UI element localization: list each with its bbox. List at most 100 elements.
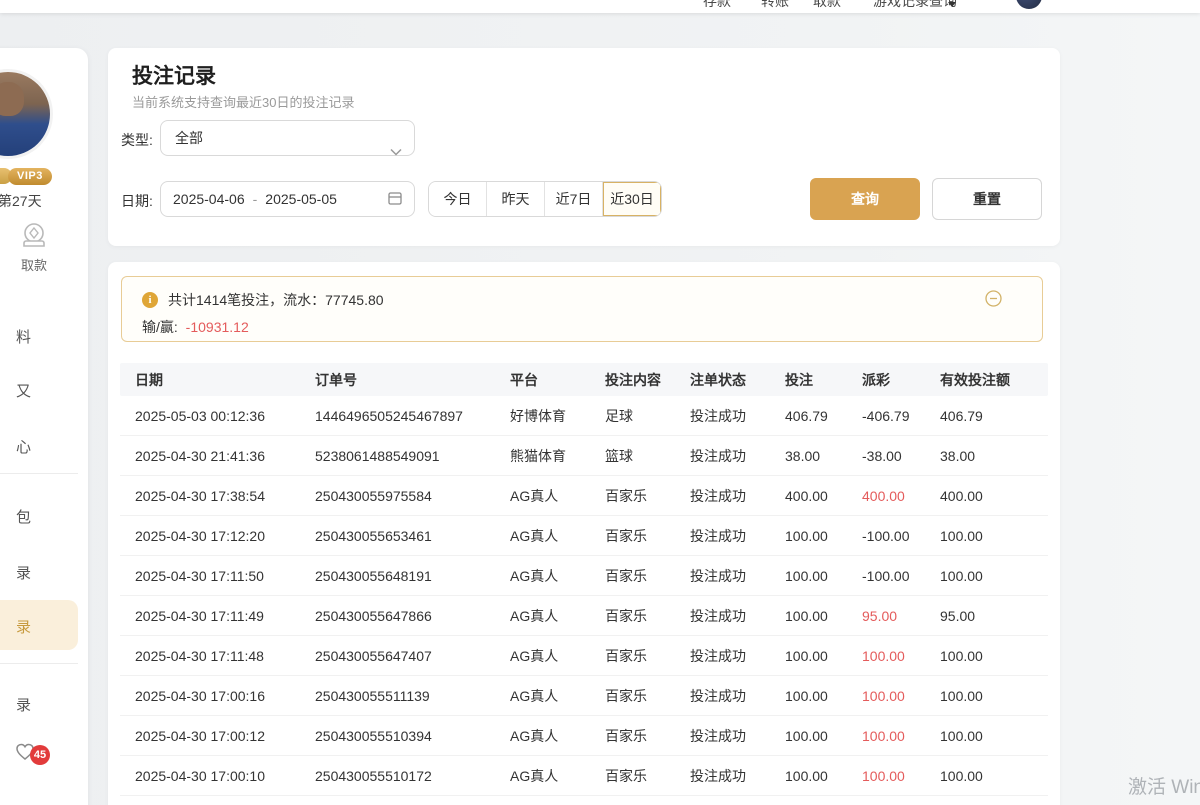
cell-content: 足球: [605, 406, 690, 426]
cell-date: 2025-04-30 17:11:49: [135, 608, 315, 624]
cell-valid: 406.79: [940, 408, 1050, 424]
sidebar: VIP3 第27天 取款 料 又 心 包 录 录 录 45: [0, 48, 88, 805]
cell-date: 2025-04-30 17:00:16: [135, 688, 315, 704]
betting-records-page: { "colors": { "accent_gold": "#d9a351", …: [0, 0, 1200, 805]
table-row: 2025-04-30 17:11:50250430055648191AG真人百家…: [120, 556, 1048, 596]
cell-status: 投注成功: [690, 766, 785, 786]
windows-activation-watermark: 激活 Windows: [1128, 772, 1200, 799]
table-header-col-status: 注单状态: [690, 370, 785, 390]
table-row: 2025-04-30 17:00:16250430055511139AG真人百家…: [120, 676, 1048, 716]
cell-content: 篮球: [605, 446, 690, 466]
quick-date-button-2[interactable]: 近7日: [545, 182, 603, 216]
date-start-value: 2025-04-06: [173, 191, 245, 207]
cell-order: 250430055511139: [315, 688, 510, 704]
cell-platform: AG真人: [510, 526, 605, 546]
sidebar-item-rights[interactable]: 又: [16, 380, 31, 401]
sidebar-withdraw-shortcut[interactable]: 取款: [14, 220, 54, 274]
cell-status: 投注成功: [690, 406, 785, 426]
cell-order: 1446496505245467897: [315, 408, 510, 424]
cell-platform: 熊猫体育: [510, 446, 605, 466]
cell-status: 投注成功: [690, 686, 785, 706]
filters-card: 投注记录 当前系统支持查询最近30日的投注记录 类型: 全部 日期: 2025-…: [108, 48, 1060, 246]
table-row: 2025-04-30 17:11:48250430055647407AG真人百家…: [120, 636, 1048, 676]
table-header-col-payout: 派彩: [862, 370, 940, 390]
cell-content: 百家乐: [605, 566, 690, 586]
sidebar-item-records-2[interactable]: 录: [16, 694, 31, 715]
reset-button[interactable]: 重置: [932, 178, 1042, 220]
table-row: 2025-05-03 00:12:361446496505245467897好博…: [120, 396, 1048, 436]
vip-day-text: 第27天: [0, 191, 42, 211]
cell-platform: AG真人: [510, 686, 605, 706]
cell-date: 2025-04-30 21:41:36: [135, 448, 315, 464]
cell-platform: AG真人: [510, 606, 605, 626]
topnav-item-withdraw[interactable]: 取款: [813, 0, 841, 11]
page-title: 投注记录: [132, 60, 216, 90]
cell-order: 5238061488549091: [315, 448, 510, 464]
vip-badge: VIP3: [8, 168, 52, 185]
topnav-item-game-records[interactable]: 游戏记录查询: [873, 0, 957, 11]
table-header-col-content: 投注内容: [605, 370, 690, 390]
profile-avatar[interactable]: [0, 72, 50, 156]
cell-valid: 400.00: [940, 488, 1050, 504]
topnav-item-transfer[interactable]: 转账: [761, 0, 789, 11]
sidebar-item-profile[interactable]: 料: [16, 326, 31, 347]
cell-payout: -38.00: [862, 448, 940, 464]
cell-status: 投注成功: [690, 726, 785, 746]
cell-order: 250430055510172: [315, 768, 510, 784]
quick-date-button-0[interactable]: 今日: [429, 182, 487, 216]
cell-valid: 100.00: [940, 768, 1050, 784]
table-row: 2025-04-30 17:38:54250430055975584AG真人百家…: [120, 476, 1048, 516]
cell-bet: 100.00: [785, 528, 862, 544]
sidebar-item-bet-records[interactable]: 录: [16, 616, 31, 637]
table-header-col-order: 订单号: [315, 370, 510, 390]
cell-date: 2025-04-30 17:11:50: [135, 568, 315, 584]
quick-date-button-1[interactable]: 昨天: [487, 182, 545, 216]
sidebar-item-redpacket[interactable]: 包: [16, 506, 31, 527]
cell-order: 250430055975584: [315, 488, 510, 504]
cell-date: 2025-04-30 17:11:48: [135, 648, 315, 664]
date-end-value: 2025-05-05: [265, 191, 337, 207]
sidebar-item-records-1[interactable]: 录: [16, 562, 31, 583]
cell-payout: -100.00: [862, 528, 940, 544]
cell-platform: AG真人: [510, 726, 605, 746]
cell-valid: 100.00: [940, 648, 1050, 664]
user-avatar[interactable]: [1016, 0, 1042, 9]
topnav-item-deposit[interactable]: 存款: [703, 0, 731, 11]
cell-platform: AG真人: [510, 766, 605, 786]
table-header-col-date: 日期: [135, 370, 315, 390]
cell-date: 2025-04-30 17:00:12: [135, 728, 315, 744]
cell-order: 250430055647407: [315, 648, 510, 664]
cell-content: 百家乐: [605, 766, 690, 786]
cell-valid: 100.00: [940, 728, 1050, 744]
cell-payout: 100.00: [862, 768, 940, 784]
cell-valid: 95.00: [940, 608, 1050, 624]
cell-bet: 100.00: [785, 728, 862, 744]
sidebar-item-center[interactable]: 心: [16, 436, 31, 457]
info-icon: i: [142, 292, 158, 308]
type-filter-label: 类型:: [121, 130, 153, 150]
date-range-picker[interactable]: 2025-04-06 - 2025-05-05: [160, 181, 415, 217]
cell-bet: 38.00: [785, 448, 862, 464]
top-navbar: 存款 转账 取款 游戏记录查询: [0, 0, 1200, 13]
search-button[interactable]: 查询: [810, 178, 920, 220]
date-separator: -: [253, 191, 258, 207]
cell-bet: 100.00: [785, 648, 862, 664]
cell-bet: 400.00: [785, 488, 862, 504]
table-header-col-bet: 投注: [785, 370, 862, 390]
cell-content: 百家乐: [605, 686, 690, 706]
cell-content: 百家乐: [605, 526, 690, 546]
cell-valid: 100.00: [940, 528, 1050, 544]
notification-badge: 45: [30, 745, 50, 765]
cell-payout: 100.00: [862, 688, 940, 704]
cell-order: 250430055653461: [315, 528, 510, 544]
type-select[interactable]: 全部: [160, 120, 415, 156]
cell-payout: 400.00: [862, 488, 940, 504]
collapse-minus-icon[interactable]: [985, 290, 1002, 312]
cell-status: 投注成功: [690, 606, 785, 626]
table-row: 2025-04-30 17:12:20250430055653461AG真人百家…: [120, 516, 1048, 556]
sidebar-divider: [0, 473, 78, 474]
table-header-col-valid: 有效投注额: [940, 370, 1050, 390]
quick-date-button-3[interactable]: 近30日: [603, 182, 661, 216]
page-subtitle: 当前系统支持查询最近30日的投注记录: [132, 92, 354, 111]
cell-platform: AG真人: [510, 566, 605, 586]
